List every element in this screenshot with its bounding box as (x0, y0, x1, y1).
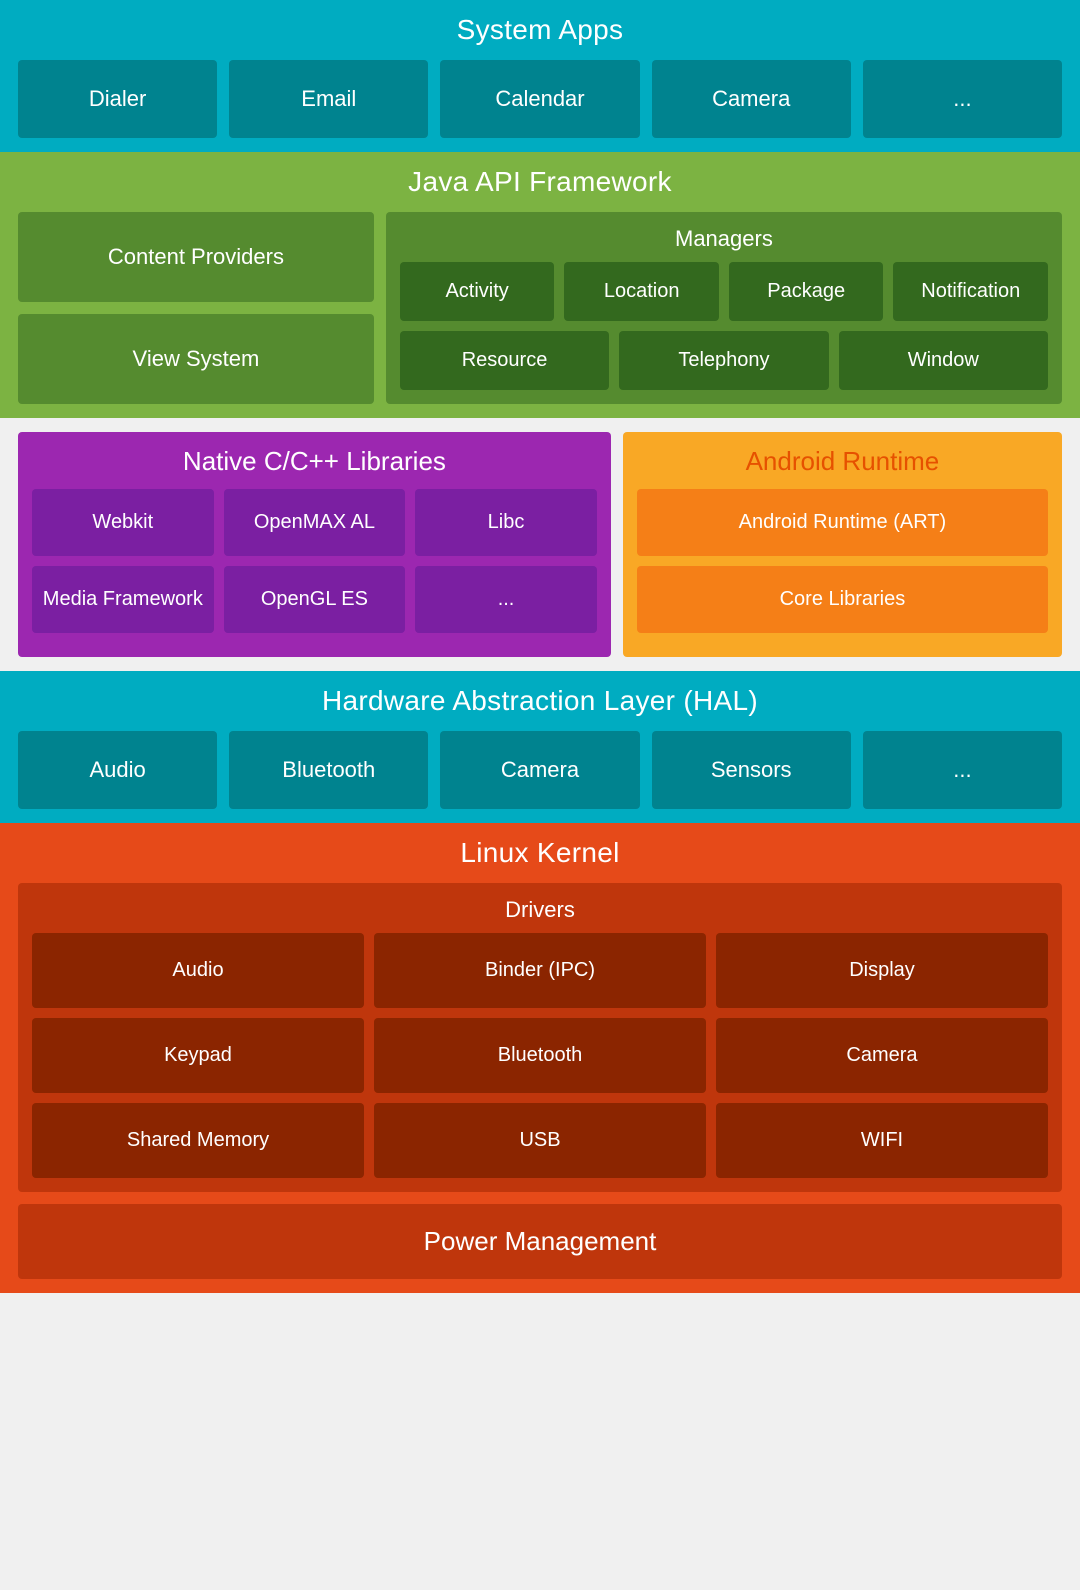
list-item: USB (374, 1103, 706, 1178)
list-item: Bluetooth (229, 731, 428, 809)
list-item: Audio (32, 933, 364, 1008)
list-item: Notification (893, 262, 1048, 321)
drivers-grid-row2: Keypad Bluetooth Camera (32, 1018, 1048, 1093)
list-item: Telephony (619, 331, 828, 390)
android-runtime-title: Android Runtime (637, 446, 1048, 477)
linux-kernel-layer: Linux Kernel Drivers Audio Binder (IPC) … (0, 823, 1080, 1293)
hal-grid: Audio Bluetooth Camera Sensors ... (18, 731, 1062, 809)
native-runtime-row: Native C/C++ Libraries Webkit OpenMAX AL… (0, 418, 1080, 671)
managers-grid-row2: Resource Telephony Window (400, 331, 1048, 390)
java-api-layer: Java API Framework Content Providers Vie… (0, 152, 1080, 418)
system-apps-grid: Dialer Email Calendar Camera ... (18, 60, 1062, 138)
list-item: Display (716, 933, 1048, 1008)
list-item: WIFI (716, 1103, 1048, 1178)
list-item: Activity (400, 262, 555, 321)
list-item: Bluetooth (374, 1018, 706, 1093)
list-item: Window (839, 331, 1048, 390)
drivers-box: Drivers Audio Binder (IPC) Display Keypa… (18, 883, 1062, 1192)
java-api-inner: Content Providers View System Managers A… (18, 212, 1062, 404)
list-item: Sensors (652, 731, 851, 809)
drivers-title: Drivers (32, 897, 1048, 923)
android-runtime-layer: Android Runtime Android Runtime (ART) Co… (623, 432, 1062, 657)
list-item: Camera (652, 60, 851, 138)
list-item: Audio (18, 731, 217, 809)
list-item: Keypad (32, 1018, 364, 1093)
power-management: Power Management (18, 1204, 1062, 1279)
system-apps-layer: System Apps Dialer Email Calendar Camera… (0, 0, 1080, 152)
java-api-title: Java API Framework (18, 166, 1062, 198)
android-runtime-core: Core Libraries (637, 566, 1048, 633)
list-item: Camera (440, 731, 639, 809)
list-item: OpenGL ES (224, 566, 406, 633)
drivers-grid-row1: Audio Binder (IPC) Display (32, 933, 1048, 1008)
linux-kernel-title: Linux Kernel (18, 837, 1062, 869)
view-system: View System (18, 314, 374, 404)
native-libs-layer: Native C/C++ Libraries Webkit OpenMAX AL… (18, 432, 611, 657)
content-providers: Content Providers (18, 212, 374, 302)
native-libs-grid-row1: Webkit OpenMAX AL Libc (32, 489, 597, 556)
managers-grid-row1: Activity Location Package Notification (400, 262, 1048, 321)
list-item: Libc (415, 489, 597, 556)
list-item: Resource (400, 331, 609, 390)
list-item: Calendar (440, 60, 639, 138)
drivers-grid-row3: Shared Memory USB WIFI (32, 1103, 1048, 1178)
list-item: Email (229, 60, 428, 138)
managers-title: Managers (400, 226, 1048, 252)
java-api-left: Content Providers View System (18, 212, 374, 404)
list-item: Camera (716, 1018, 1048, 1093)
native-libs-grid-row2: Media Framework OpenGL ES ... (32, 566, 597, 633)
list-item: ... (863, 60, 1062, 138)
hal-layer: Hardware Abstraction Layer (HAL) Audio B… (0, 671, 1080, 823)
list-item: ... (415, 566, 597, 633)
system-apps-title: System Apps (18, 14, 1062, 46)
list-item: Package (729, 262, 884, 321)
list-item: Shared Memory (32, 1103, 364, 1178)
list-item: Media Framework (32, 566, 214, 633)
native-libs-title: Native C/C++ Libraries (32, 446, 597, 477)
list-item: OpenMAX AL (224, 489, 406, 556)
hal-title: Hardware Abstraction Layer (HAL) (18, 685, 1062, 717)
list-item: Binder (IPC) (374, 933, 706, 1008)
list-item: Webkit (32, 489, 214, 556)
list-item: ... (863, 731, 1062, 809)
list-item: Dialer (18, 60, 217, 138)
list-item: Location (564, 262, 719, 321)
managers-box: Managers Activity Location Package Notif… (386, 212, 1062, 404)
android-runtime-art: Android Runtime (ART) (637, 489, 1048, 556)
